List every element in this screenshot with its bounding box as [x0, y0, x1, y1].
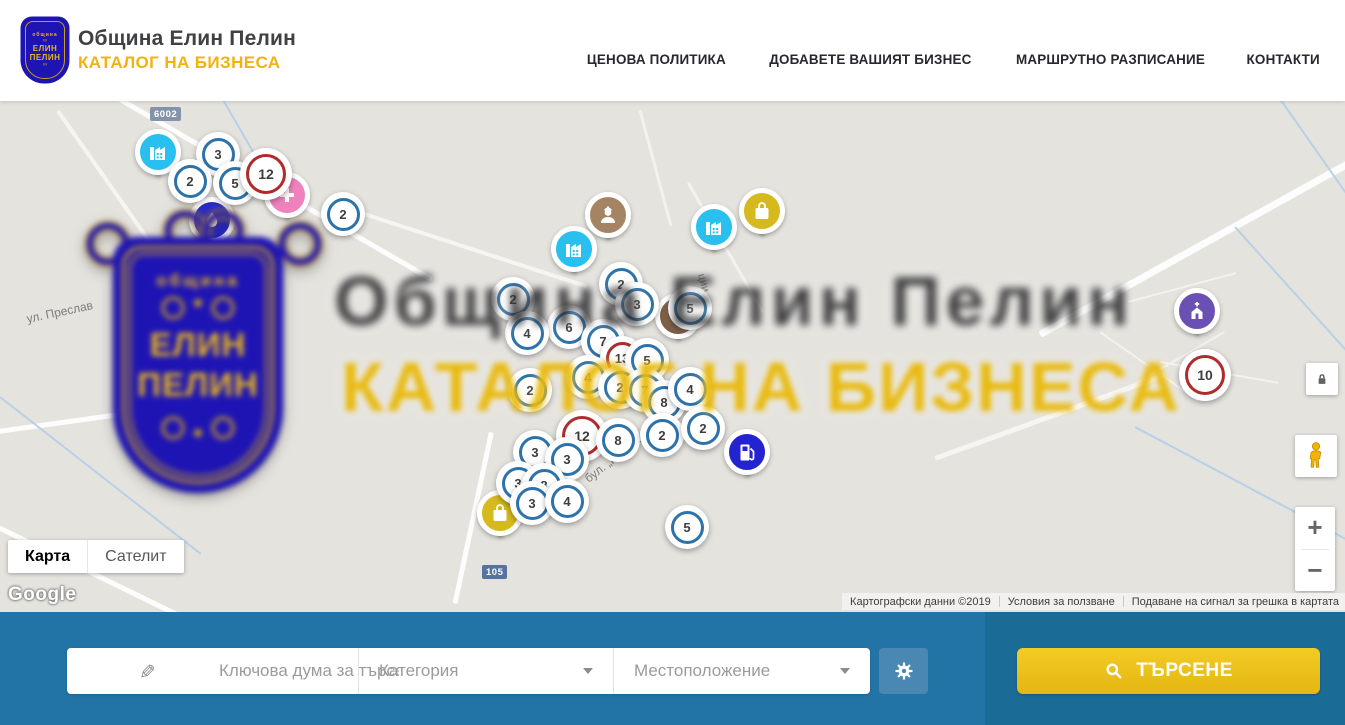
nav-item-add-business[interactable]: ДОБАВЕТЕ ВАШИЯТ БИЗНЕС: [769, 51, 971, 67]
pencil-icon: ✎: [139, 660, 156, 685]
map-pin-church-marker[interactable]: [1174, 288, 1220, 334]
map-cluster-marker[interactable]: 2: [321, 192, 365, 236]
cluster-count: 5: [674, 292, 707, 325]
cluster-count: 12: [246, 154, 286, 194]
advanced-search-button[interactable]: [879, 648, 928, 694]
search-input[interactable]: [217, 660, 401, 682]
street-view-pegman[interactable]: [1295, 435, 1337, 477]
map-cluster-marker[interactable]: 4: [505, 311, 549, 355]
cluster-count: 4: [551, 485, 584, 518]
map-pin-bag-marker[interactable]: [739, 188, 785, 234]
google-logo[interactable]: Google: [8, 584, 76, 606]
cluster-count: 2: [174, 165, 207, 198]
gear-icon: [893, 660, 915, 682]
crest-ornament: ∞: [43, 62, 47, 68]
map-cluster-marker[interactable]: 2: [168, 159, 212, 203]
chevron-down-icon: [840, 668, 850, 674]
map-cluster-marker[interactable]: 2: [640, 413, 684, 457]
cluster-count: 2: [514, 374, 547, 407]
site-title: Община Елин Пелин: [78, 27, 296, 51]
page: 6002 105 ул. Преслав бул. „Новосел ции 3…: [0, 0, 1345, 725]
cluster-count: 8: [602, 424, 635, 457]
map-cluster-marker[interactable]: 8: [596, 418, 640, 462]
map-cluster-marker[interactable]: 4: [668, 367, 712, 411]
site-header: община ∞ ЕЛИН ПЕЛИН ∞ Община Елин Пелин …: [0, 0, 1345, 101]
cluster-count: 2: [327, 198, 360, 231]
map-cluster-marker[interactable]: 12: [240, 148, 292, 200]
location-select-label: Местоположение: [634, 661, 770, 681]
map-cluster-marker[interactable]: 10: [1179, 349, 1231, 401]
cluster-count: 3: [516, 487, 549, 520]
search-bar: ✎ Категория Местоположение: [0, 612, 1345, 725]
zoom-in-button[interactable]: +: [1295, 507, 1335, 549]
road-shield: 6002: [150, 107, 181, 121]
factory-icon: [691, 204, 737, 250]
site-title-block: Община Елин Пелин КАТАЛОГ НА БИЗНЕСА: [78, 27, 296, 73]
search-fields-group: ✎ Категория Местоположение: [67, 648, 870, 694]
map-canvas[interactable]: 6002 105 ул. Преслав бул. „Новосел ции 3…: [0, 101, 1345, 612]
cluster-count: 2: [646, 419, 679, 452]
pegman-icon: [1303, 441, 1329, 471]
crest-name-text: ПЕЛИН: [30, 53, 61, 62]
search-button[interactable]: ТЪРСЕНЕ: [1017, 648, 1320, 694]
map-type-map-button[interactable]: Карта: [8, 540, 87, 573]
cluster-count: 4: [511, 317, 544, 350]
location-select[interactable]: Местоположение: [613, 648, 870, 694]
crest-name-text: ЕЛИН: [33, 44, 57, 53]
church-icon: [1174, 288, 1220, 334]
municipality-crest-logo: община ∞ ЕЛИН ПЕЛИН ∞: [22, 18, 68, 82]
map-attribution: Картографски данни ©2019 Условия за полз…: [842, 593, 1345, 610]
report-error-link[interactable]: Подаване на сигнал за грешка в картата: [1132, 596, 1339, 608]
zoom-out-button[interactable]: −: [1295, 550, 1335, 592]
site-logo[interactable]: община ∞ ЕЛИН ПЕЛИН ∞ Община Елин Пелин …: [22, 18, 296, 82]
nav-item-pricing[interactable]: ЦЕНОВА ПОЛИТИКА: [587, 51, 726, 67]
map-cluster-marker[interactable]: 5: [665, 505, 709, 549]
map-pin-factory-marker[interactable]: [551, 226, 597, 272]
map-type-satellite-button[interactable]: Сателит: [87, 540, 183, 573]
nav-item-contacts[interactable]: КОНТАКТИ: [1246, 51, 1319, 67]
lock-icon: [1313, 370, 1331, 388]
road-shield: 105: [482, 565, 507, 579]
nav-item-bus-schedule[interactable]: МАРШРУТНО РАЗПИСАНИЕ: [1016, 51, 1205, 67]
cluster-count: 10: [1185, 355, 1225, 395]
main-nav: ЦЕНОВА ПОЛИТИКА ДОБАВЕТЕ ВАШИЯТ БИЗНЕС М…: [584, 0, 1321, 101]
map-cluster-marker[interactable]: 3: [615, 282, 659, 326]
map-cluster-layer: 325122235264713542278412822333834510: [0, 101, 1345, 612]
search-button-label: ТЪРСЕНЕ: [1136, 660, 1233, 682]
cluster-count: 5: [671, 511, 704, 544]
map-pin-factory-marker[interactable]: [691, 204, 737, 250]
keyword-field[interactable]: ✎: [67, 648, 358, 694]
search-icon: [1104, 661, 1124, 681]
map-pin-fuel-marker[interactable]: [724, 429, 770, 475]
fuel-icon: [724, 429, 770, 475]
map-type-control: Карта Сателит: [8, 540, 184, 573]
map-cluster-marker[interactable]: 2: [508, 368, 552, 412]
site-subtitle: КАТАЛОГ НА БИЗНЕСА: [78, 53, 296, 73]
cluster-count: 4: [674, 373, 707, 406]
terms-link[interactable]: Условия за ползване: [1008, 596, 1115, 608]
chevron-down-icon: [583, 668, 593, 674]
factory-icon: [551, 226, 597, 272]
attribution-copyright: Картографски данни ©2019: [850, 596, 991, 608]
map-cluster-marker[interactable]: 2: [681, 406, 725, 450]
map-cluster-marker[interactable]: 4: [545, 479, 589, 523]
zoom-control: + −: [1295, 507, 1335, 591]
map-cluster-marker[interactable]: 5: [668, 286, 712, 330]
cluster-count: 3: [621, 288, 654, 321]
map-lock-control[interactable]: [1306, 363, 1338, 395]
cluster-count: 2: [687, 412, 720, 445]
bag-icon: [739, 188, 785, 234]
